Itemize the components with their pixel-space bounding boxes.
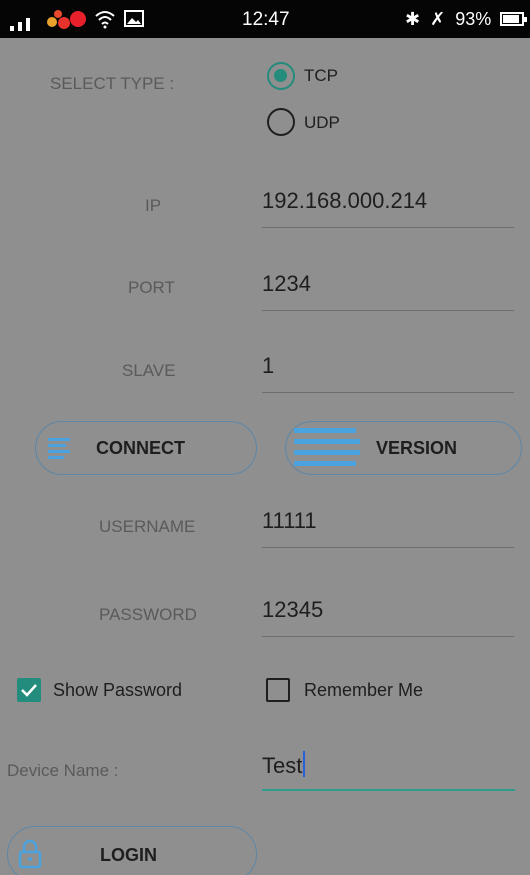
text-caret — [303, 751, 306, 777]
status-time: 12:47 — [242, 9, 290, 30]
ip-field[interactable]: 192.168.000.214 — [262, 188, 514, 228]
slave-label: SLAVE — [122, 361, 176, 380]
device-name-label: Device Name : — [7, 761, 119, 780]
wifi-icon — [95, 11, 115, 29]
signal-icon — [10, 7, 30, 31]
select-type-label: SELECT TYPE : — [50, 74, 175, 93]
login-button[interactable]: LOGIN — [7, 826, 257, 875]
list-icon — [48, 438, 70, 459]
port-label: PORT — [128, 278, 175, 297]
connect-button[interactable]: CONNECT — [35, 421, 257, 475]
username-field[interactable]: 11111 — [262, 508, 514, 548]
mute-icon: ✗ — [430, 9, 446, 29]
status-bar: 12:47 ✱ ✗ 93% — [0, 0, 530, 38]
ip-label: IP — [145, 196, 162, 215]
radio-tcp-label: TCP — [304, 66, 338, 85]
device-name-value: Test — [262, 753, 303, 778]
radio-udp[interactable] — [267, 108, 295, 136]
login-button-label: LOGIN — [100, 845, 157, 865]
status-right-group: ✱ ✗ 93% — [405, 9, 491, 30]
show-password-checkbox[interactable] — [17, 678, 41, 702]
device-name-field[interactable]: Test — [262, 751, 515, 791]
password-field[interactable]: 12345 — [262, 597, 514, 637]
image-icon — [124, 10, 144, 27]
battery-icon — [500, 12, 527, 26]
password-label: PASSWORD — [99, 605, 197, 624]
slave-field[interactable]: 1 — [262, 353, 514, 393]
remember-me-checkbox[interactable] — [266, 678, 290, 702]
version-button[interactable]: VERSION — [285, 421, 522, 475]
notification-dots-icon — [47, 10, 86, 29]
port-field[interactable]: 1234 — [262, 271, 514, 311]
username-label: USERNAME — [99, 517, 196, 536]
check-icon — [21, 684, 37, 697]
bluetooth-icon: ✱ — [405, 9, 421, 29]
menu-bars-icon — [294, 428, 360, 466]
radio-tcp[interactable] — [267, 62, 295, 90]
remember-me-label: Remember Me — [304, 680, 424, 700]
connect-button-label: CONNECT — [96, 438, 185, 458]
version-button-label: VERSION — [376, 438, 458, 458]
battery-percent: 93% — [455, 9, 492, 29]
radio-udp-label: UDP — [304, 113, 340, 132]
show-password-label: Show Password — [53, 680, 183, 700]
lock-icon — [18, 839, 42, 869]
